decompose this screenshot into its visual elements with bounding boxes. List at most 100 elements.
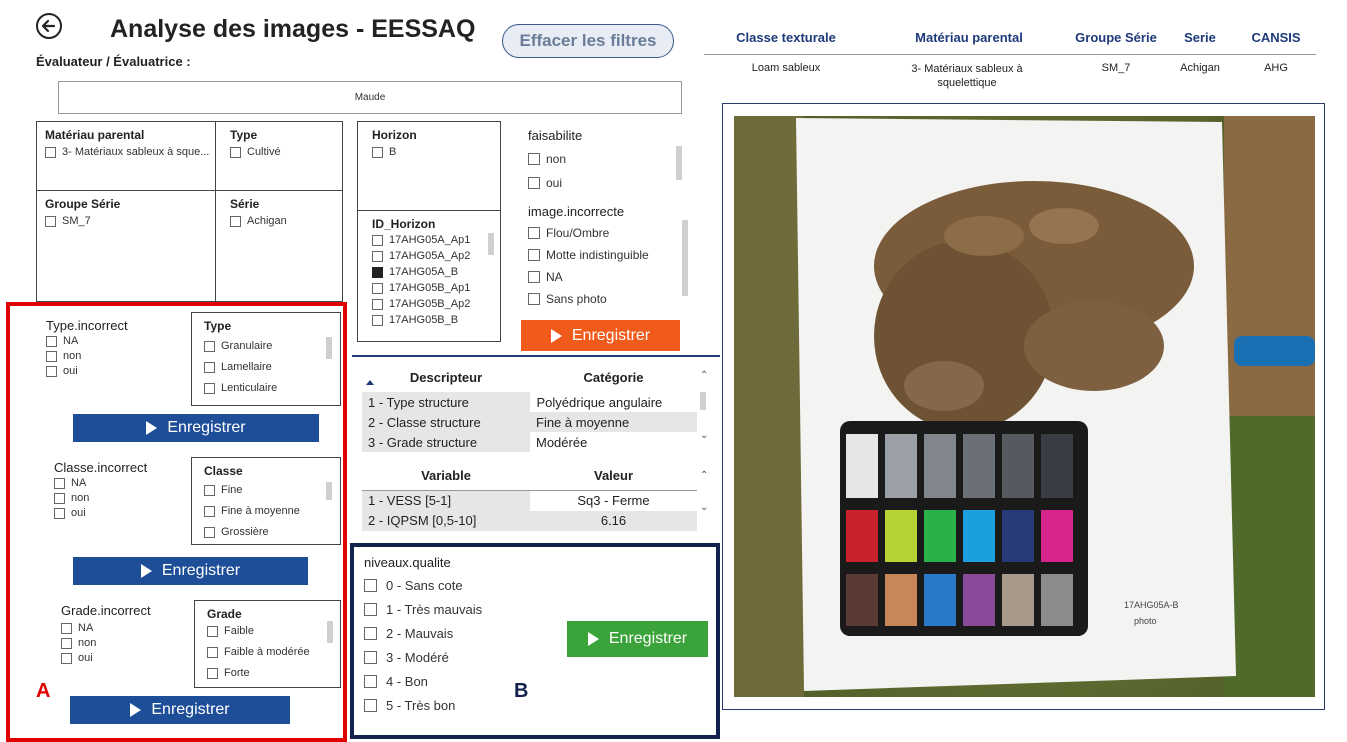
checkbox[interactable] (528, 249, 540, 261)
filter-faisabilite[interactable]: faisabilite non oui (528, 128, 688, 190)
checkbox[interactable] (372, 146, 383, 158)
clear-filters-button[interactable]: Effacer les filtres (502, 24, 674, 58)
checkbox[interactable] (528, 177, 540, 189)
option[interactable]: Forte (207, 667, 328, 679)
option[interactable]: oui (46, 365, 186, 377)
option[interactable]: non (61, 637, 191, 649)
filter-option[interactable]: Achigan (230, 215, 328, 227)
option[interactable]: oui (54, 507, 194, 519)
filter-option[interactable]: Sans photo (528, 292, 688, 306)
checkbox[interactable] (372, 282, 383, 294)
option[interactable]: Faible (207, 625, 328, 637)
checkbox[interactable] (45, 146, 56, 158)
option[interactable]: NA (54, 477, 194, 489)
option[interactable]: Faible à modérée (207, 646, 328, 658)
option[interactable]: Lamellaire (204, 361, 328, 373)
checkbox[interactable] (528, 153, 540, 165)
option[interactable]: 1 - Très mauvais (364, 602, 554, 617)
filter-option[interactable]: Cultivé (230, 146, 328, 158)
option[interactable]: 2 - Mauvais (364, 626, 554, 641)
scroll-down-icon[interactable]: ⌄ (700, 502, 708, 513)
checkbox[interactable] (364, 675, 377, 688)
option[interactable]: Fine (204, 484, 328, 496)
filter-groupe-serie[interactable]: Groupe Série SM_7 (36, 190, 216, 302)
checkbox[interactable] (528, 271, 540, 283)
checkbox[interactable] (230, 215, 241, 227)
type-incorrect-group[interactable]: Type.incorrect NA non oui (46, 318, 186, 377)
back-button[interactable] (36, 13, 62, 39)
value-header[interactable]: Valeur (530, 462, 697, 490)
soil-photo[interactable]: 17AHG05A-B photo (734, 116, 1315, 697)
type-choice-panel[interactable]: Type Granulaire Lamellaire Lenticulaire (191, 312, 341, 406)
scrollbar[interactable] (682, 220, 688, 296)
checkbox[interactable] (372, 314, 383, 326)
option[interactable]: Fine à moyenne (204, 505, 328, 517)
filter-option[interactable]: 3- Matériaux sableux à sque... (45, 146, 209, 158)
descriptor-header[interactable]: Descripteur (362, 362, 530, 392)
filter-option[interactable]: non (528, 152, 688, 166)
evaluator-field[interactable]: Maude (58, 81, 682, 114)
grade-incorrect-group[interactable]: Grade.incorrect NA non oui (61, 603, 191, 664)
checkbox[interactable] (54, 477, 65, 489)
checkbox[interactable] (61, 637, 72, 649)
checkbox[interactable] (528, 293, 540, 305)
classe-incorrect-group[interactable]: Classe.incorrect NA non oui (54, 460, 194, 519)
checkbox[interactable] (204, 382, 215, 394)
option[interactable]: Grossière (204, 526, 328, 538)
filter-option[interactable]: 17AHG05B_Ap2 (372, 298, 486, 310)
checkbox[interactable] (204, 484, 215, 496)
checkbox[interactable] (46, 365, 57, 377)
scrollbar[interactable] (676, 146, 682, 180)
quality-levels[interactable]: niveaux.qualite 0 - Sans cote 1 - Très m… (364, 555, 554, 713)
filter-option[interactable]: B (372, 146, 486, 158)
checkbox[interactable] (528, 227, 540, 239)
save-button-type[interactable]: Enregistrer (73, 414, 319, 442)
checkbox[interactable] (204, 361, 215, 373)
category-header[interactable]: Catégorie (530, 362, 697, 392)
checkbox[interactable] (45, 215, 56, 227)
option[interactable]: 4 - Bon (364, 674, 554, 689)
option[interactable]: NA (61, 622, 191, 634)
save-button-quality[interactable]: Enregistrer (567, 621, 708, 657)
filter-id-horizon[interactable]: ID_Horizon 17AHG05A_Ap1 17AHG05A_Ap2 17A… (357, 210, 501, 342)
checkbox[interactable] (372, 298, 383, 310)
scroll-down-icon[interactable]: ⌄ (700, 430, 708, 441)
option[interactable]: 5 - Très bon (364, 698, 554, 713)
checkbox[interactable] (364, 579, 377, 592)
scrollbar[interactable] (326, 337, 332, 359)
filter-option[interactable]: SM_7 (45, 215, 207, 227)
filter-option[interactable]: 17AHG05B_Ap1 (372, 282, 486, 294)
checkbox[interactable] (61, 622, 72, 634)
option[interactable]: 3 - Modéré (364, 650, 554, 665)
scroll-up-icon[interactable]: ⌃ (700, 470, 708, 481)
checkbox[interactable] (207, 625, 218, 637)
checkbox-checked[interactable] (372, 266, 383, 278)
checkbox[interactable] (207, 646, 218, 658)
option[interactable]: non (46, 350, 186, 362)
checkbox[interactable] (372, 234, 383, 246)
checkbox[interactable] (207, 667, 218, 679)
filter-option[interactable]: oui (528, 176, 688, 190)
classe-choice-panel[interactable]: Classe Fine Fine à moyenne Grossière (191, 457, 341, 545)
filter-option[interactable]: 17AHG05A_B (372, 266, 486, 278)
checkbox[interactable] (230, 146, 241, 158)
filter-serie[interactable]: Série Achigan (215, 190, 343, 302)
filter-option[interactable]: NA (528, 270, 688, 284)
filter-materiau[interactable]: Matériau parental 3- Matériaux sableux à… (36, 121, 216, 191)
option[interactable]: 0 - Sans cote (364, 578, 554, 593)
option[interactable]: oui (61, 652, 191, 664)
option[interactable]: Granulaire (204, 340, 328, 352)
checkbox[interactable] (364, 651, 377, 664)
variable-header[interactable]: Variable (362, 462, 530, 490)
checkbox[interactable] (204, 526, 215, 538)
checkbox[interactable] (61, 652, 72, 664)
checkbox[interactable] (364, 603, 377, 616)
option[interactable]: Lenticulaire (204, 382, 328, 394)
filter-image-incorrecte[interactable]: image.incorrecte Flou/Ombre Motte indist… (528, 204, 688, 306)
checkbox[interactable] (46, 335, 57, 347)
scrollbar[interactable] (326, 482, 332, 500)
checkbox[interactable] (54, 507, 65, 519)
save-button-image[interactable]: Enregistrer (521, 320, 680, 351)
filter-option[interactable]: 17AHG05B_B (372, 314, 486, 326)
save-button-classe[interactable]: Enregistrer (73, 557, 308, 585)
